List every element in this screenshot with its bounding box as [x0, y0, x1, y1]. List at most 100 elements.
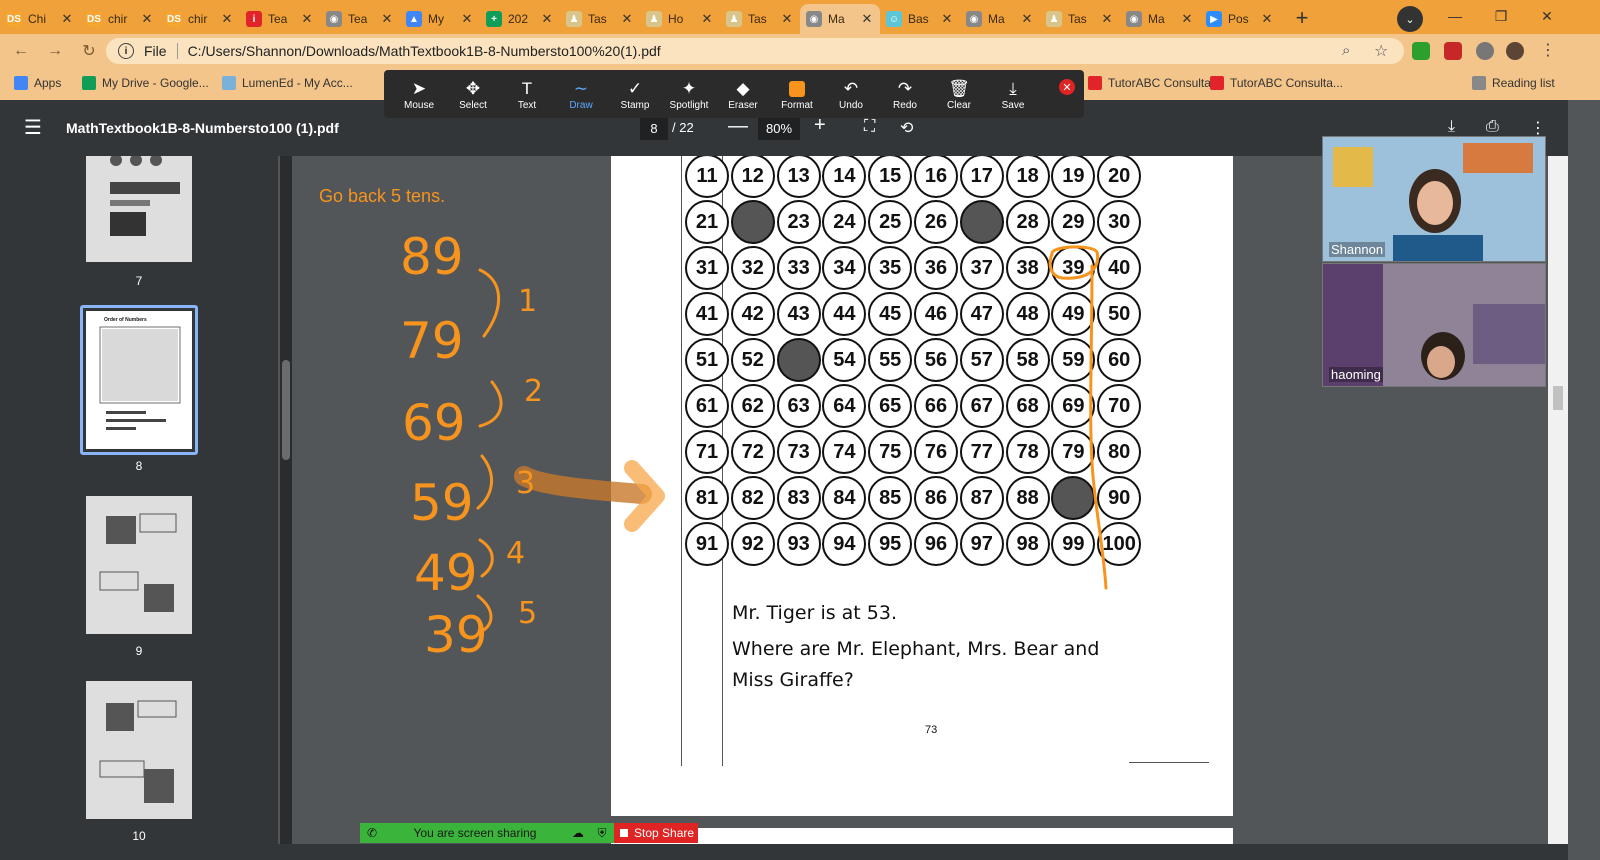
main-scrollbar[interactable] — [1548, 156, 1568, 844]
clear-tool[interactable]: 🗑 Clear — [932, 72, 986, 116]
url-text[interactable]: C:/Users/Shannon/Downloads/MathTextbook1… — [188, 43, 661, 59]
browser-tab[interactable]: i Tea ✕ — [240, 4, 320, 34]
tab-close-icon[interactable]: ✕ — [140, 11, 154, 27]
browser-tab[interactable]: +202 ✕ — [480, 4, 560, 34]
save-tool[interactable]: ⤓ Save — [986, 72, 1040, 116]
reload-icon[interactable]: ↻ — [76, 38, 102, 64]
window-restore-button[interactable]: ❐ — [1478, 0, 1524, 32]
zoom-level-input[interactable]: 80% — [758, 118, 800, 140]
browser-tab[interactable]: ◉ Ma ✕ — [960, 4, 1040, 34]
tab-close-icon[interactable]: ✕ — [860, 11, 874, 27]
tab-title: chir — [188, 12, 208, 26]
page-number-input[interactable]: 8 — [640, 118, 668, 140]
menu-icon[interactable]: ☰ — [24, 118, 42, 138]
browser-tab[interactable]: DS chir ✕ — [160, 4, 240, 34]
stamp-tool[interactable]: ✓ Stamp — [608, 72, 662, 116]
browser-tab[interactable]: ♟ Tas ✕ — [1040, 4, 1120, 34]
select-tool[interactable]: ✥ Select — [446, 72, 500, 116]
tab-close-icon[interactable]: ✕ — [460, 11, 474, 27]
extension-green-icon[interactable] — [1412, 42, 1430, 60]
browser-tab[interactable]: DS chir ✕ — [80, 4, 160, 34]
number-cell: 99 — [1051, 522, 1096, 566]
tab-favicon-icon: ▲ — [406, 11, 422, 27]
info-icon[interactable]: i — [118, 43, 134, 59]
stop-share-button[interactable]: Stop Share — [614, 823, 698, 843]
thumbnail-page-8[interactable]: Order of Numbers — [86, 311, 192, 449]
browser-tab[interactable]: ◉ Ma ✕ — [1120, 4, 1200, 34]
spotlight-tool[interactable]: ✦ Spotlight — [662, 72, 716, 116]
tab-close-icon[interactable]: ✕ — [1260, 11, 1274, 27]
thumbnail-page-9[interactable] — [86, 496, 192, 634]
browser-tab[interactable]: ▶ Pos ✕ — [1200, 4, 1280, 34]
video-panel-haoming[interactable]: haoming — [1322, 263, 1546, 387]
bookmark-item[interactable]: My Drive - Google... — [82, 76, 209, 90]
thumbnail-page-7[interactable] — [86, 154, 192, 262]
tab-close-icon[interactable]: ✕ — [940, 11, 954, 27]
zoom-out-button[interactable]: — — [728, 115, 748, 138]
browser-tab[interactable]: ♟ Tas ✕ — [720, 4, 800, 34]
video-panel-shannon[interactable]: Shannon — [1322, 136, 1546, 262]
browser-tab[interactable]: ◉ Tea ✕ — [320, 4, 400, 34]
bookmark-star-icon[interactable]: ☆ — [1374, 41, 1388, 61]
download-icon[interactable]: ⤓ — [1448, 118, 1455, 136]
annotation-close-icon[interactable]: ✕ — [1059, 79, 1075, 95]
bookmark-item[interactable]: TutorABC Consulta... — [1088, 76, 1221, 90]
redo-tool[interactable]: ↷ Redo — [878, 72, 932, 116]
sidebar-scroll-thumb[interactable] — [282, 360, 290, 460]
question-line-2: Where are Mr. Elephant, Mrs. Bear and — [732, 638, 1100, 660]
tab-close-icon[interactable]: ✕ — [380, 11, 394, 27]
tab-title: Bas — [908, 12, 929, 26]
browser-tab[interactable]: ▲ My ✕ — [400, 4, 480, 34]
tab-close-icon[interactable]: ✕ — [1020, 11, 1034, 27]
profile-avatar[interactable] — [1506, 42, 1524, 60]
more-options-icon[interactable]: ⋮ — [1530, 118, 1546, 138]
back-arrow-icon[interactable]: ← — [8, 38, 34, 64]
tab-close-icon[interactable]: ✕ — [780, 11, 794, 27]
text-tool[interactable]: T Text — [500, 72, 554, 116]
tab-close-icon[interactable]: ✕ — [60, 11, 74, 27]
tab-close-icon[interactable]: ✕ — [700, 11, 714, 27]
tool-label: Select — [459, 99, 487, 111]
tab-search-icon[interactable]: ⌄ — [1397, 6, 1423, 32]
tab-close-icon[interactable]: ✕ — [540, 11, 554, 27]
rotate-icon[interactable]: ⟲ — [900, 118, 913, 138]
window-close-button[interactable]: ✕ — [1524, 0, 1570, 32]
browser-tab[interactable]: ◉ Ma ✕ — [800, 4, 880, 34]
bookmark-item[interactable]: LumenEd - My Acc... — [222, 76, 353, 90]
extension-ublock-icon[interactable] — [1444, 42, 1462, 60]
screen-share-banner[interactable]: ✆ You are screen sharing ☁ ⛨ — [360, 823, 614, 843]
extension-puzzle-icon[interactable] — [1476, 42, 1494, 60]
sidebar-scrollbar[interactable] — [280, 156, 292, 844]
window-minimize-button[interactable]: — — [1432, 0, 1478, 32]
forward-arrow-icon[interactable]: → — [42, 38, 68, 64]
eraser-tool[interactable]: ◆ Eraser — [716, 72, 770, 116]
mouse-tool[interactable]: ➤ Mouse — [392, 72, 446, 116]
tab-close-icon[interactable]: ✕ — [620, 11, 634, 27]
main-scroll-thumb[interactable] — [1553, 386, 1563, 410]
tab-close-icon[interactable]: ✕ — [1100, 11, 1114, 27]
undo-tool[interactable]: ↶ Undo — [824, 72, 878, 116]
bookmark-item[interactable]: TutorABC Consulta... — [1210, 76, 1343, 90]
print-icon[interactable]: ⎙ — [1486, 118, 1499, 136]
fit-page-icon[interactable]: ⛶ — [864, 118, 875, 136]
browser-tab[interactable]: ♟ Ho ✕ — [640, 4, 720, 34]
format-tool[interactable]: Format — [770, 72, 824, 116]
browser-tab[interactable]: DS Chi ✕ — [0, 4, 80, 34]
number-cell: 74 — [822, 430, 867, 474]
tab-favicon-icon: ♟ — [726, 11, 742, 27]
number-cell: 14 — [822, 156, 867, 198]
tab-favicon-icon: ♟ — [646, 11, 662, 27]
tab-close-icon[interactable]: ✕ — [220, 11, 234, 27]
browser-tab[interactable]: ☺ Bas ✕ — [880, 4, 960, 34]
draw-tool[interactable]: ∼ Draw — [554, 72, 608, 116]
zoom-lens-icon[interactable]: ⌕ — [1342, 42, 1350, 59]
new-tab-button[interactable]: + — [1288, 4, 1316, 32]
browser-menu-icon[interactable]: ⋮ — [1540, 40, 1556, 60]
bookmark-item[interactable]: Reading list — [1472, 76, 1555, 90]
omnibox[interactable]: i File C:/Users/Shannon/Downloads/MathTe… — [106, 38, 1404, 64]
bookmark-item[interactable]: Apps — [14, 76, 61, 90]
tab-close-icon[interactable]: ✕ — [1180, 11, 1194, 27]
tab-close-icon[interactable]: ✕ — [300, 11, 314, 27]
thumbnail-page-10[interactable] — [86, 681, 192, 819]
browser-tab[interactable]: ♟ Tas ✕ — [560, 4, 640, 34]
